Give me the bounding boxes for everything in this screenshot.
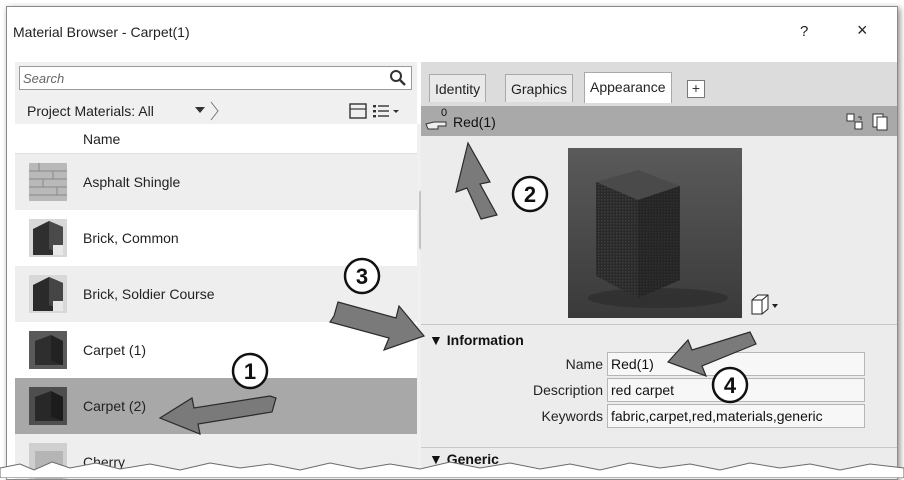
brick-soldier-course-thumbnail: [29, 275, 67, 313]
brick-common-thumbnail: [29, 219, 67, 257]
search-placeholder: Search: [23, 71, 65, 86]
add-asset-button[interactable]: +: [687, 80, 705, 98]
material-preview-image: [568, 148, 742, 318]
search-input[interactable]: Search: [19, 66, 412, 90]
preview-options-icon[interactable]: [749, 292, 781, 316]
asset-usage-count: 0: [441, 107, 448, 119]
name-label: Name: [565, 356, 603, 372]
list-item-carpet-2[interactable]: Carpet (2): [15, 378, 417, 434]
list-item-brick-soldier-course[interactable]: Brick, Soldier Course: [15, 266, 417, 322]
information-section: ▼ Information Name Red(1) Description re…: [421, 324, 897, 443]
list-item-asphalt-shingle[interactable]: Asphalt Shingle: [15, 154, 417, 210]
list-item-brick-common[interactable]: Brick, Common: [15, 210, 417, 266]
name-column-label: Name: [83, 131, 121, 147]
material-editor-panel: Identity Graphics Appearance + 0 Red(1): [421, 62, 897, 479]
carpet-2-thumbnail: [29, 387, 67, 425]
close-button[interactable]: ×: [857, 20, 868, 41]
search-icon[interactable]: [389, 69, 407, 87]
asset-name: Red(1): [453, 114, 496, 130]
torn-edge: [0, 461, 904, 478]
help-button[interactable]: ?: [800, 23, 808, 40]
tab-label: Graphics: [511, 81, 568, 97]
editor-tabs: Identity Graphics Appearance +: [421, 62, 897, 106]
carpet-1-thumbnail: [29, 331, 67, 369]
description-field[interactable]: red carpet: [607, 378, 865, 402]
keywords-label: Keywords: [541, 408, 603, 424]
list-item-label: Brick, Soldier Course: [83, 286, 215, 302]
materials-list: Name Asphalt Shingle Brick, Common Brick…: [15, 124, 417, 479]
filter-bar: Project Materials: All: [15, 96, 417, 124]
tab-identity[interactable]: Identity: [429, 74, 487, 102]
window-title: Material Browser - Carpet(1): [13, 24, 190, 40]
asset-tools-icon[interactable]: [845, 112, 891, 132]
information-label: Information: [446, 332, 524, 348]
filter-dropdown-icon[interactable]: [193, 101, 223, 121]
asset-bar: 0 Red(1): [421, 106, 897, 136]
list-item-label: Carpet (1): [83, 342, 147, 358]
list-item-label: Carpet (2): [83, 398, 147, 414]
list-column-header[interactable]: Name: [15, 124, 417, 154]
material-browser-window: Material Browser - Carpet(1) ? × Search …: [6, 6, 898, 480]
tab-graphics[interactable]: Graphics: [505, 74, 574, 102]
library-filter[interactable]: Project Materials: All: [27, 103, 154, 119]
title-bar: Material Browser - Carpet(1) ? ×: [7, 7, 897, 57]
tab-appearance[interactable]: Appearance: [584, 72, 672, 103]
view-options-icon[interactable]: [349, 101, 415, 121]
keywords-field[interactable]: fabric,carpet,red,materials,generic: [607, 404, 865, 428]
list-item-label: Brick, Common: [83, 230, 179, 246]
asphalt-shingle-thumbnail: [29, 163, 67, 201]
information-title: ▼ Information: [429, 332, 524, 348]
description-label: Description: [532, 382, 603, 398]
list-item-carpet-1[interactable]: Carpet (1): [15, 322, 417, 378]
information-header[interactable]: ▼ Information: [421, 329, 897, 351]
materials-panel: Search Project Materials: All Name Aspha…: [15, 62, 427, 479]
list-item-label: Asphalt Shingle: [83, 174, 181, 190]
tab-label: Identity: [435, 81, 481, 97]
tab-label: Appearance: [590, 79, 666, 95]
name-field[interactable]: Red(1): [607, 352, 865, 376]
